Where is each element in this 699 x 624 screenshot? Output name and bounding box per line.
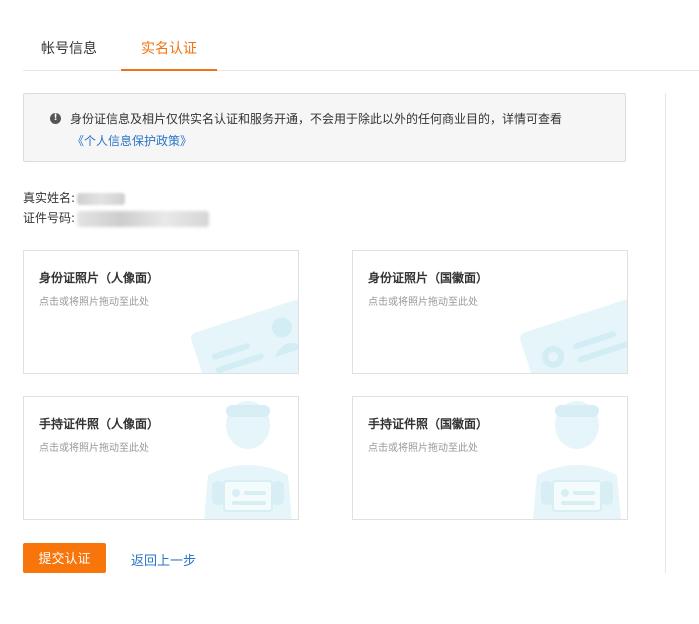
upload-hint: 点击或将照片拖动至此处 <box>39 443 149 454</box>
upload-id-front[interactable]: 身份证照片（人像面） 点击或将照片拖动至此处 <box>23 250 299 374</box>
upload-hint: 点击或将照片拖动至此处 <box>368 297 478 308</box>
upload-title: 手持证件照（国徽面） <box>368 417 489 431</box>
real-name-row: 真实姓名: <box>23 189 126 206</box>
privacy-policy-link[interactable]: 《个人信息保护政策》 <box>72 132 192 149</box>
upload-id-back[interactable]: 身份证照片（国徽面） 点击或将照片拖动至此处 <box>352 250 628 374</box>
person-holding-id-icon <box>533 401 621 519</box>
submit-verification-button[interactable]: 提交认证 <box>23 543 106 573</box>
divider <box>665 93 666 573</box>
id-card-portrait-icon <box>191 298 298 373</box>
tab-real-name-verification[interactable]: 实名认证 <box>141 38 197 58</box>
real-name-value-redacted <box>77 192 126 205</box>
person-holding-id-icon <box>204 401 292 519</box>
id-card-emblem-icon <box>520 298 627 373</box>
upload-handheld-front[interactable]: 手持证件照（人像面） 点击或将照片拖动至此处 <box>23 396 299 520</box>
upload-handheld-back[interactable]: 手持证件照（国徽面） 点击或将照片拖动至此处 <box>352 396 628 520</box>
notice-text: 身份证信息及相片仅供实名认证和服务开通，不会用于除此以外的任何商业目的，详情可查… <box>70 112 563 126</box>
tab-bar: 帐号信息 实名认证 <box>23 28 699 71</box>
tab-account-info[interactable]: 帐号信息 <box>41 38 97 58</box>
privacy-notice: ! 身份证信息及相片仅供实名认证和服务开通，不会用于除此以外的任何商业目的，详情… <box>23 93 626 162</box>
real-name-label: 真实姓名: <box>23 191 76 205</box>
id-number-value-redacted <box>77 210 210 227</box>
id-number-row: 证件号码: <box>23 209 210 227</box>
upload-hint: 点击或将照片拖动至此处 <box>368 443 478 454</box>
upload-title: 手持证件照（人像面） <box>39 417 160 431</box>
info-icon: ! <box>50 113 61 124</box>
active-tab-indicator <box>121 69 217 71</box>
back-link[interactable]: 返回上一步 <box>131 550 196 569</box>
upload-hint: 点击或将照片拖动至此处 <box>39 297 149 308</box>
id-number-label: 证件号码: <box>23 211 76 225</box>
upload-title: 身份证照片（国徽面） <box>368 271 489 285</box>
upload-title: 身份证照片（人像面） <box>39 271 160 285</box>
